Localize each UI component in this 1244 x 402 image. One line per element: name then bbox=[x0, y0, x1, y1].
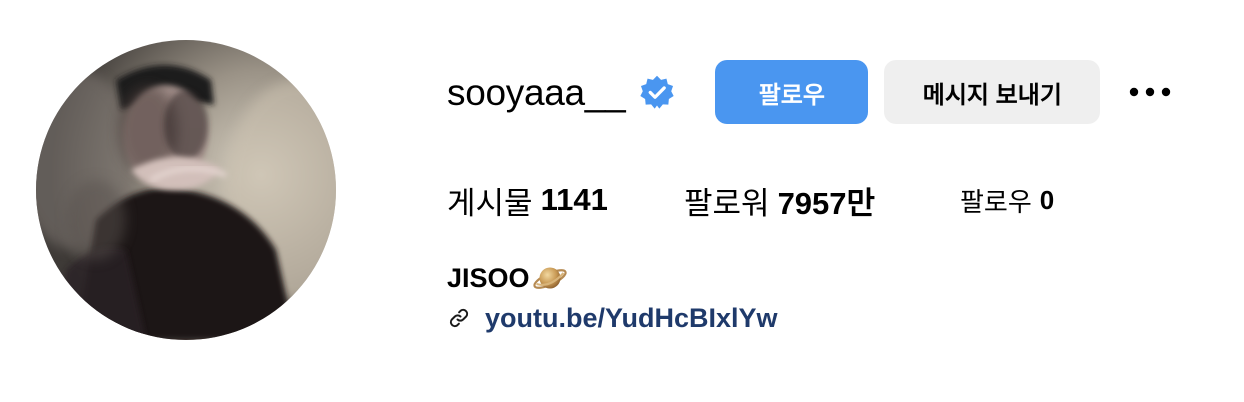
posts-label: 게시물 bbox=[447, 185, 533, 221]
profile-header-row: sooyaaa__ 팔로우 메시지 보내기 bbox=[447, 60, 1172, 124]
verified-badge-icon bbox=[639, 74, 675, 110]
posts-value: 1141 bbox=[540, 182, 608, 217]
following-link[interactable]: 팔로우 0 bbox=[960, 176, 1054, 224]
more-options-icon[interactable] bbox=[1128, 72, 1172, 112]
followers-value: 7957만 bbox=[777, 185, 876, 221]
profile-bio: JISOO youtu.be/YudHcBIxlYw bbox=[447, 260, 778, 336]
bio-link-row[interactable]: youtu.be/YudHcBIxlYw bbox=[447, 300, 778, 336]
bio-name: JISOO bbox=[447, 262, 530, 293]
planet-emoji-icon bbox=[532, 260, 568, 296]
profile-stats: 게시물 1141 팔로워 7957만 팔로우 0 bbox=[447, 176, 1147, 224]
bio-name-row: JISOO bbox=[447, 260, 778, 296]
profile-header: sooyaaa__ 팔로우 메시지 보내기 게시물 1141 팔로워 7957만 bbox=[0, 0, 1244, 402]
link-icon bbox=[447, 306, 471, 330]
username: sooyaaa__ bbox=[447, 71, 626, 113]
followers-link[interactable]: 팔로워 7957만 bbox=[684, 176, 875, 224]
following-label: 팔로우 bbox=[960, 186, 1032, 217]
bio-link[interactable]: youtu.be/YudHcBIxlYw bbox=[485, 303, 778, 334]
following-value: 0 bbox=[1039, 184, 1055, 215]
followers-label: 팔로워 bbox=[684, 185, 770, 221]
profile-photo bbox=[36, 40, 336, 340]
profile-avatar[interactable] bbox=[36, 40, 336, 340]
message-button[interactable]: 메시지 보내기 bbox=[884, 60, 1101, 124]
follow-button[interactable]: 팔로우 bbox=[715, 60, 869, 124]
posts-count: 게시물 1141 bbox=[447, 176, 608, 224]
